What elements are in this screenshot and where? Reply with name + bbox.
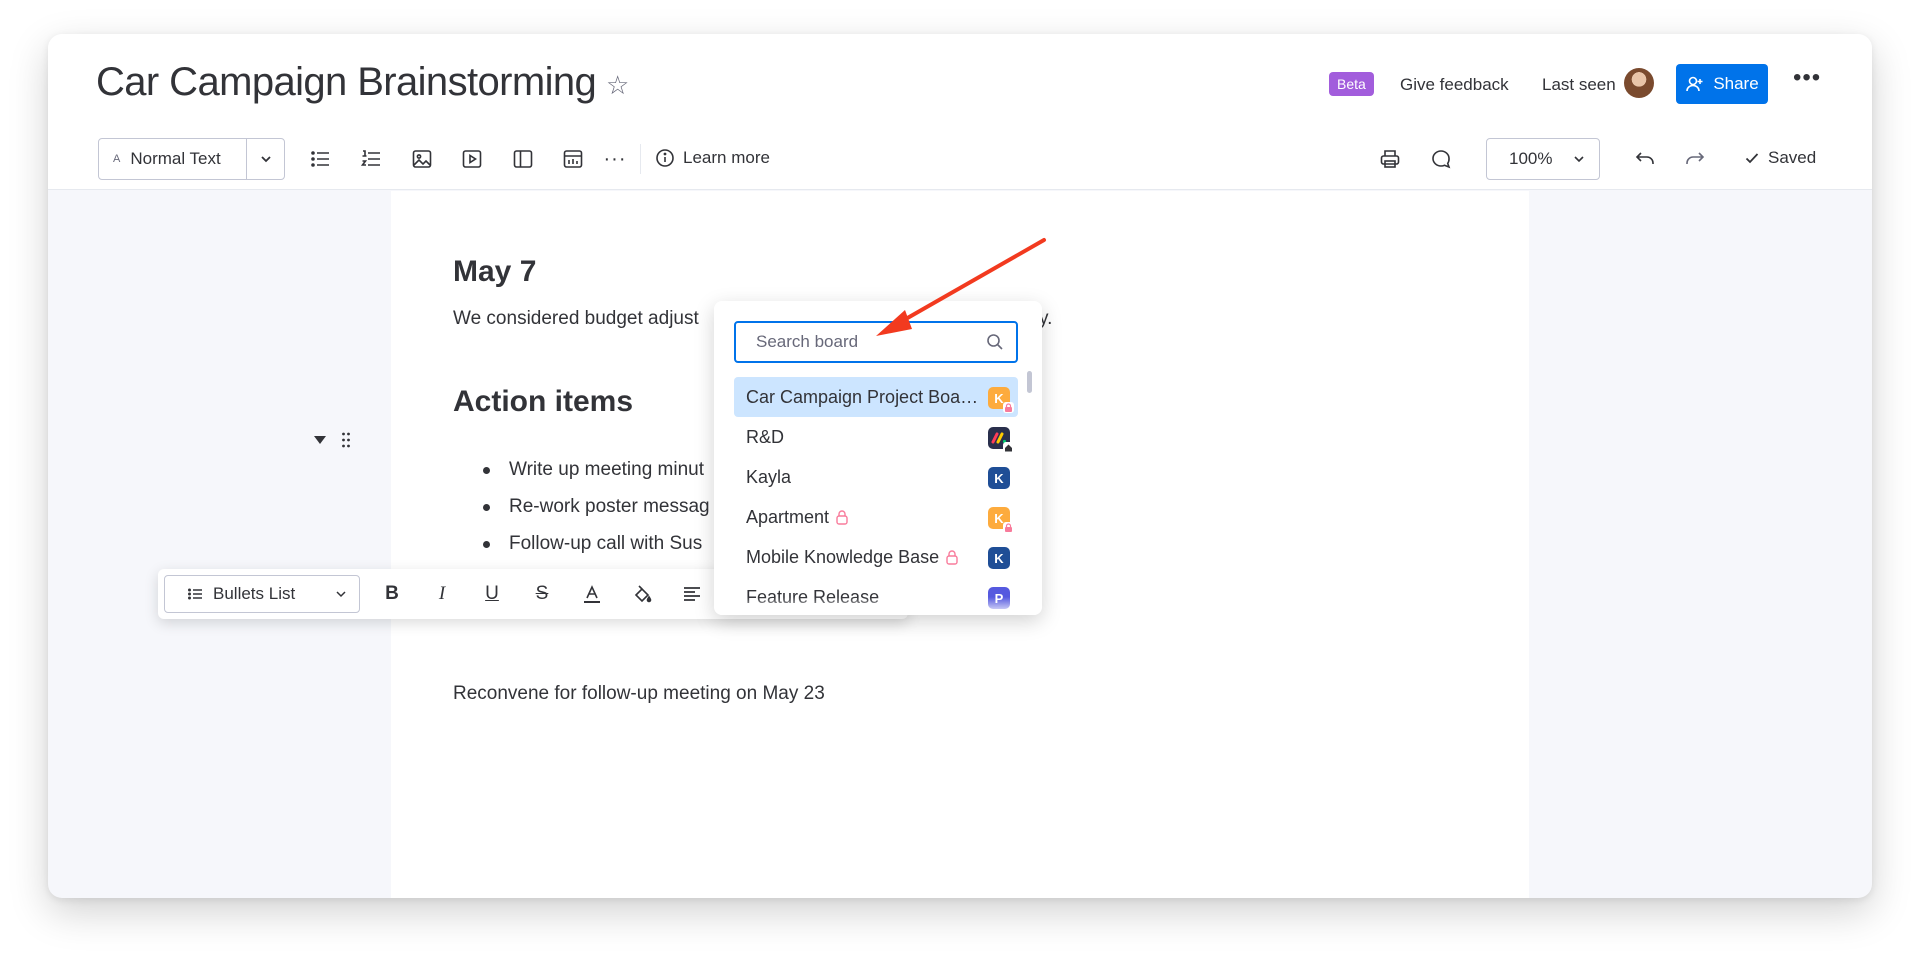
board-name-text: R&D bbox=[746, 426, 785, 447]
workspace-badge: K bbox=[988, 507, 1014, 533]
star-icon[interactable]: ☆ bbox=[606, 70, 629, 101]
strikethrough-icon[interactable]: S bbox=[529, 581, 555, 607]
learn-more-label: Learn more bbox=[683, 148, 770, 167]
share-button[interactable]: Share bbox=[1676, 64, 1768, 104]
info-icon bbox=[656, 149, 674, 167]
give-feedback-link[interactable]: Give feedback bbox=[1400, 75, 1509, 95]
reconvene-paragraph[interactable]: Reconvene for follow-up meeting on May 2… bbox=[453, 683, 825, 705]
avatar[interactable] bbox=[1624, 68, 1654, 98]
share-button-label: Share bbox=[1713, 74, 1759, 93]
video-icon[interactable] bbox=[459, 146, 485, 172]
action-items-list: Write up meeting minut Re-work poster me… bbox=[453, 459, 710, 570]
scrollbar[interactable] bbox=[1027, 371, 1032, 393]
bulleted-list-icon[interactable] bbox=[307, 146, 333, 172]
text-style-select[interactable]: A Normal Text bbox=[98, 138, 285, 180]
heading-date[interactable]: May 7 bbox=[453, 255, 536, 289]
image-icon[interactable] bbox=[409, 146, 435, 172]
app-window: Car Campaign Brainstorming ☆ Beta Give f… bbox=[48, 34, 1872, 898]
text-style-value: Normal Text bbox=[130, 149, 221, 168]
list-fade bbox=[714, 597, 1042, 615]
align-left-icon[interactable] bbox=[679, 581, 705, 607]
lock-icon bbox=[836, 510, 848, 525]
search-board-input[interactable] bbox=[756, 332, 956, 352]
text-style-label[interactable]: A Normal Text bbox=[99, 139, 247, 179]
undo-icon[interactable] bbox=[1632, 146, 1658, 172]
workspace-badge: K bbox=[988, 387, 1014, 413]
highlight-icon[interactable] bbox=[629, 581, 655, 607]
board-item[interactable]: R&D bbox=[734, 417, 1018, 457]
redo-icon[interactable] bbox=[1682, 146, 1708, 172]
doc-header: Car Campaign Brainstorming ☆ Beta Give f… bbox=[48, 34, 1872, 190]
numbered-list-icon[interactable] bbox=[358, 146, 384, 172]
board-item[interactable]: Apartment K bbox=[734, 497, 1018, 537]
check-icon bbox=[1745, 153, 1759, 164]
board-name-text: Car Campaign Project Boa… bbox=[746, 386, 979, 407]
list-type-select[interactable]: Bullets List bbox=[164, 575, 360, 613]
underline-icon[interactable]: U bbox=[479, 581, 505, 607]
saved-label: Saved bbox=[1768, 148, 1817, 167]
home-icon bbox=[1003, 442, 1014, 453]
more-options-icon[interactable]: ••• bbox=[1793, 64, 1821, 92]
search-board-field[interactable] bbox=[734, 321, 1018, 363]
board-item[interactable]: Kayla K bbox=[734, 457, 1018, 497]
workspace-badge bbox=[988, 427, 1014, 453]
last-seen-label[interactable]: Last seen bbox=[1542, 75, 1616, 95]
board-name: Apartment bbox=[746, 507, 849, 528]
bold-icon[interactable]: B bbox=[379, 581, 405, 607]
workspace-badge-letter: K bbox=[994, 550, 1004, 566]
block-handle bbox=[313, 431, 351, 449]
italic-icon[interactable]: I bbox=[429, 581, 455, 607]
add-user-icon bbox=[1686, 76, 1703, 92]
board-item[interactable]: Car Campaign Project Boa… K bbox=[734, 377, 1018, 417]
list-item[interactable]: Re-work poster messag bbox=[453, 496, 710, 533]
board-name: Kayla bbox=[746, 467, 791, 488]
print-icon[interactable] bbox=[1377, 146, 1403, 172]
search-icon[interactable] bbox=[986, 333, 1004, 351]
board-item[interactable]: Mobile Knowledge Base K bbox=[734, 537, 1018, 577]
board-name: Mobile Knowledge Base bbox=[746, 547, 959, 568]
caret-down-icon[interactable] bbox=[313, 435, 327, 445]
workspace-badge: K bbox=[988, 467, 1010, 489]
list-type-label: Bullets List bbox=[213, 584, 296, 603]
chevron-down-icon bbox=[1574, 156, 1584, 163]
more-tools-icon[interactable]: ··· bbox=[602, 146, 628, 172]
save-status: Saved bbox=[1744, 148, 1816, 168]
budget-paragraph[interactable]: We considered budget adjust bbox=[453, 308, 699, 330]
list-item[interactable]: Follow-up call with Sus bbox=[453, 533, 710, 570]
board-list: Car Campaign Project Boa… K R&D Kayla K Apart… bbox=[734, 377, 1018, 615]
heading-action-items[interactable]: Action items bbox=[453, 385, 633, 419]
zoom-select[interactable]: 100% bbox=[1486, 138, 1600, 180]
board-name: R&D bbox=[746, 427, 784, 448]
private-lock-icon bbox=[1003, 522, 1014, 533]
learn-more-link[interactable]: Learn more bbox=[655, 148, 770, 168]
chevron-down-icon[interactable] bbox=[247, 139, 284, 179]
board-name-text: Mobile Knowledge Base bbox=[746, 546, 940, 567]
board-name: Car Campaign Project Boa… bbox=[746, 387, 978, 408]
layout-icon[interactable] bbox=[510, 146, 536, 172]
workspace-badge: K bbox=[988, 547, 1010, 569]
text-style-a-icon: A bbox=[113, 153, 121, 165]
chevron-down-icon bbox=[336, 591, 346, 598]
widget-icon[interactable] bbox=[560, 146, 586, 172]
beta-badge: Beta bbox=[1329, 72, 1374, 96]
workspace-badge-letter: K bbox=[994, 470, 1004, 486]
comment-icon[interactable] bbox=[1428, 146, 1454, 172]
board-name-text: Kayla bbox=[746, 466, 792, 487]
editor-toolbar: A Normal Text ··· Learn more 100% Saved bbox=[48, 138, 1872, 182]
board-picker-dropdown: Car Campaign Project Boa…KR&DKaylaKApart… bbox=[714, 301, 1042, 615]
lock-icon bbox=[946, 550, 958, 565]
page-title[interactable]: Car Campaign Brainstorming bbox=[96, 60, 597, 105]
zoom-value: 100% bbox=[1509, 149, 1553, 168]
text-color-icon[interactable] bbox=[579, 581, 605, 607]
private-lock-icon bbox=[1003, 402, 1014, 413]
list-item[interactable]: Write up meeting minut bbox=[453, 459, 710, 496]
board-name-text: Apartment bbox=[746, 506, 830, 527]
toolbar-divider bbox=[640, 144, 641, 174]
drag-handle-icon[interactable] bbox=[341, 431, 351, 449]
bulleted-list-icon bbox=[188, 588, 202, 600]
